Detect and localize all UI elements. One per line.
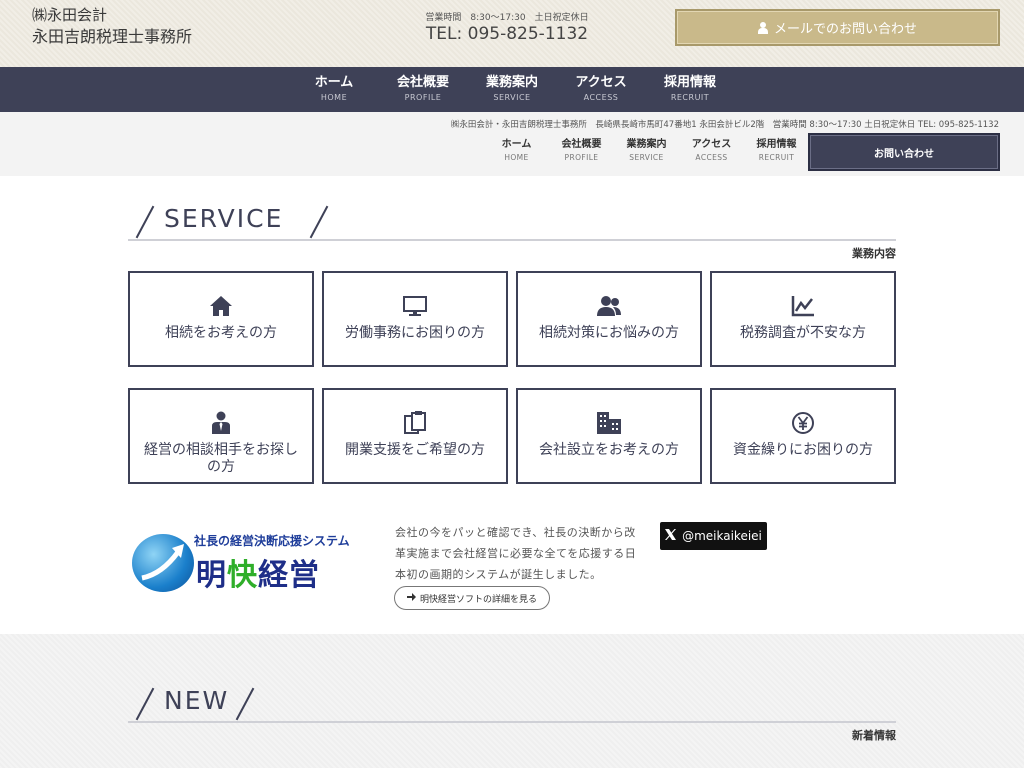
card-label: 相続をお考えの方 [165,325,277,341]
nav-label: 会社概要 [396,75,449,90]
slash-decoration [235,687,255,721]
nav-sublabel: RECRUIT [758,153,795,162]
sticky-nav: ホーム HOME 会社概要 PROFILE 業務案内 SERVICE アクセス ACCE… [484,138,809,164]
section-divider [128,721,896,723]
businessman-icon [208,410,234,436]
mail-inquiry-label: メールでのお問い合わせ [773,22,917,37]
section-subtitle: 業務内容 [852,247,896,260]
card-label: 経営の相談相手をお探しの方 [144,442,298,475]
phone-number[interactable]: TEL: 095-825-1132 [407,24,607,44]
slash-decoration [135,205,155,239]
home-icon [208,293,234,319]
nav-sublabel: SERVICE [493,93,531,102]
arrow-right-icon [406,592,416,604]
nav-sublabel: RECRUIT [670,93,710,102]
x-handle: @meikaikeiei [682,529,762,543]
globe-icon [132,534,194,592]
nav-sublabel: HOME [504,153,529,162]
section-subtitle: 新着情報 [852,729,896,742]
nav-sublabel: PROFILE [564,153,599,162]
service-heading: SERVICE 業務内容 [128,204,896,260]
x-follow-button[interactable]: @meikaikeiei [660,522,767,550]
logo-office: 永田吉朗税理士事務所 [32,27,193,46]
sticky-nav-service[interactable]: 業務案内 SERVICE [614,138,679,164]
nav-label: ホーム [501,139,532,150]
sticky-nav-home[interactable]: ホーム HOME [484,138,549,164]
building-icon [596,410,622,436]
banner-name-part: 経営 [258,558,320,593]
banner-tagline: 社長の経営決断応援システム [194,534,350,548]
banner-name-part: 明 [196,558,227,593]
service-card-incorporation[interactable]: 会社設立をお考えの方 [516,388,702,484]
nav-sublabel: ACCESS [583,93,619,102]
section-divider [128,239,896,241]
slash-decoration [309,205,329,239]
service-card-tax-audit[interactable]: 税務調査が不安な方 [710,271,896,367]
site-logo[interactable]: ㈱永田会計 永田吉朗税理士事務所 [32,5,192,49]
banner-name-part: 快 [227,558,258,593]
card-label: 開業支援をご希望の方 [345,442,485,458]
yen-icon [790,410,816,436]
slash-decoration [135,687,155,721]
main-nav: ホーム HOME 会社概要 PROFILE 業務案内 SERVICE アクセス ACCE… [0,67,1024,112]
card-label: 労働事務にお困りの方 [345,325,485,341]
nav-label: アクセス [575,75,627,90]
nav-recruit[interactable]: 採用情報 RECRUIT [646,67,735,112]
service-card-startup[interactable]: 開業支援をご希望の方 [322,388,508,484]
nav-profile[interactable]: 会社概要 PROFILE [379,67,468,112]
nav-label: 業務案内 [626,139,667,150]
meikai-detail-button[interactable]: 明快経営ソフトの詳細を見る [394,586,550,610]
meikai-description: 会社の今をパッと確認でき、社長の決断から改革実施まで会社経営に必要な全てを応援す… [395,526,637,581]
sticky-header: ㈱永田会計・永田吉朗税理士事務所 長崎県長崎市馬町47番地1 永田会計ビル2階 … [0,112,1024,176]
company-info: ㈱永田会計・永田吉朗税理士事務所 長崎県長崎市馬町47番地1 永田会計ビル2階 … [450,120,999,130]
users-icon [596,293,622,319]
chart-line-icon [790,293,816,319]
section-title: NEW [164,686,230,715]
user-icon [757,21,768,34]
service-card-cashflow[interactable]: 資金繰りにお困りの方 [710,388,896,484]
service-card-labor[interactable]: 労働事務にお困りの方 [322,271,508,367]
card-label: 税務調査が不安な方 [740,325,866,341]
section-title: SERVICE [164,204,284,233]
nav-label: 採用情報 [663,75,716,90]
nav-sublabel: HOME [320,93,348,102]
business-hours: 営業時間 8:30〜17:30 土日祝定休日 [425,13,589,23]
nav-label: ホーム [314,75,354,90]
service-card-consulting[interactable]: 経営の相談相手をお探しの方 [128,388,314,484]
sticky-nav-recruit[interactable]: 採用情報 RECRUIT [744,138,809,164]
mail-inquiry-button[interactable]: メールでのお問い合わせ [675,9,1000,46]
nav-access[interactable]: アクセス ACCESS [557,67,646,112]
sticky-nav-access[interactable]: アクセス ACCESS [679,138,744,164]
contact-button[interactable]: お問い合わせ [808,133,1000,171]
meikai-banner[interactable]: 社長の経営決断応援システム 明快経営 [130,528,370,598]
card-label: 相続対策にお悩みの方 [539,325,679,341]
nav-label: 会社概要 [561,139,602,150]
x-logo-icon [665,529,677,543]
card-label: 資金繰りにお困りの方 [733,442,873,458]
site-header: ㈱永田会計 永田吉朗税理士事務所 営業時間 8:30〜17:30 土日祝定休日 … [0,0,1024,67]
sticky-nav-profile[interactable]: 会社概要 PROFILE [549,138,614,164]
nav-label: 採用情報 [756,139,797,150]
card-label: 会社設立をお考えの方 [539,442,679,458]
news-heading: NEW 新着情報 [128,686,896,746]
service-card-inheritance[interactable]: 相続をお考えの方 [128,271,314,367]
service-card-inheritance-plan[interactable]: 相続対策にお悩みの方 [516,271,702,367]
nav-sublabel: PROFILE [404,93,442,102]
nav-label: アクセス [691,139,732,150]
nav-home[interactable]: ホーム HOME [290,67,379,112]
monitor-icon [402,293,428,319]
nav-service[interactable]: 業務案内 SERVICE [468,67,557,112]
nav-label: 業務案内 [485,75,538,90]
meikai-detail-label: 明快経営ソフトの詳細を見る [419,594,537,605]
banner-product-name: 明快経営 [196,550,320,594]
clipboard-icon [402,410,428,436]
nav-sublabel: SERVICE [629,153,664,162]
nav-sublabel: ACCESS [695,153,728,162]
logo-company: ㈱永田会計 [32,6,108,24]
